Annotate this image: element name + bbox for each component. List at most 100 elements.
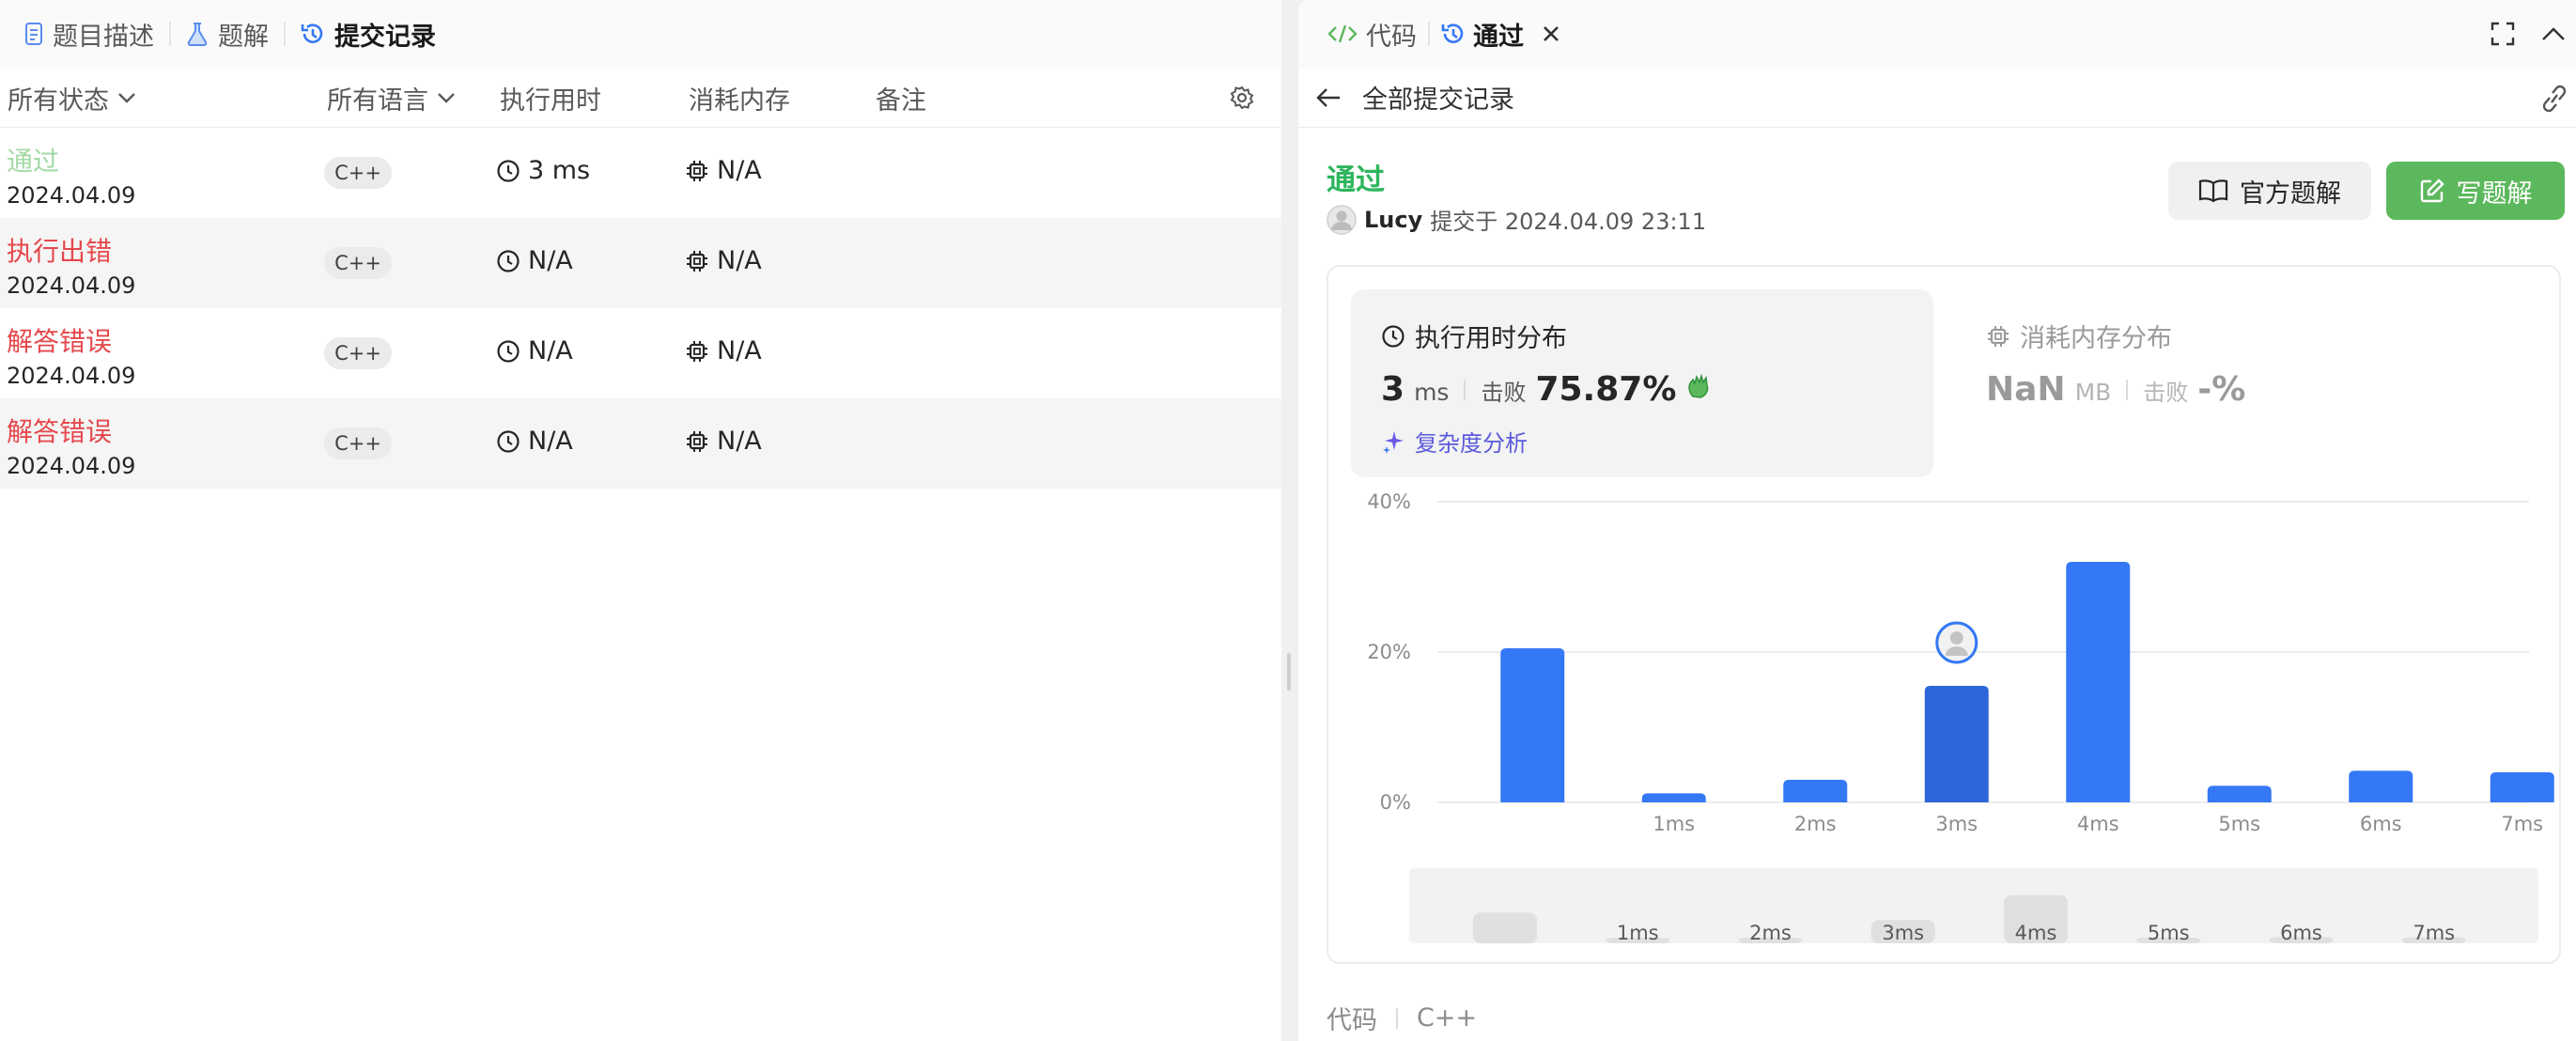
table-row[interactable]: 执行出错 2024.04.09 C++ N/A N/A: [0, 218, 1281, 308]
memory-value: N/A: [717, 336, 762, 365]
complexity-analysis-link[interactable]: 复杂度分析: [1381, 425, 1528, 458]
performance-card: 执行用时分布 3 ms 击败 75.87% 复杂度分析 消耗内存分布 NaN M…: [1327, 265, 2561, 964]
flask-icon: [187, 23, 208, 46]
chart-bar[interactable]: [2490, 772, 2554, 802]
submission-date: 2024.04.09: [7, 272, 136, 299]
link-icon[interactable]: [2538, 85, 2570, 113]
left-tabbar: 题目描述 题解 提交记录: [0, 0, 1281, 68]
pane-controls: [2490, 0, 2576, 68]
arrow-left-icon[interactable]: [1315, 86, 1342, 109]
submission-status[interactable]: 解答错误: [7, 321, 112, 359]
clock-icon: [497, 429, 520, 453]
tab-code[interactable]: 代码: [1315, 0, 1428, 68]
memory-value: N/A: [717, 246, 762, 275]
tab-result[interactable]: 通过: [1430, 0, 1573, 68]
tab-submissions-label: 提交记录: [334, 22, 436, 52]
tab-description-label: 题目描述: [53, 22, 154, 52]
runtime-header-label: 执行用时: [500, 85, 601, 116]
chart-bar[interactable]: [2349, 770, 2413, 802]
language-filter[interactable]: 所有语言: [327, 68, 457, 128]
runtime-distribution-chart[interactable]: 0% 20% 40% 1ms 2ms 3ms 4ms 5ms 6ms 7ms: [1328, 492, 2559, 859]
back-to-submissions[interactable]: 全部提交记录: [1298, 68, 2576, 128]
submission-detail-pane: 代码 通过 全部提交记录 通过 Lucy 提交于 2024.04.09 23:1…: [1298, 0, 2576, 1041]
memory-percentile: -%: [2197, 370, 2246, 409]
code-label: 代码: [1327, 1006, 1377, 1035]
back-label[interactable]: 全部提交记录: [1362, 79, 1514, 116]
memory-cell: N/A: [685, 427, 762, 456]
memory-column-header[interactable]: 消耗内存: [689, 68, 790, 128]
chart-bar[interactable]: [2066, 562, 2131, 802]
submission-info: Lucy 提交于 2024.04.09 23:11: [1327, 203, 1706, 236]
code-language: C++: [1417, 1003, 1478, 1033]
chart-bar[interactable]: [1783, 780, 1848, 802]
runtime-percentile: 75.87%: [1535, 370, 1677, 409]
gear-icon: [1230, 85, 1254, 110]
divider: [2126, 379, 2129, 400]
tab-result-label: 通过: [1473, 22, 1524, 52]
chart-bar[interactable]: [2207, 785, 2272, 802]
x-tick-label: 4ms: [2077, 813, 2119, 835]
write-solution-label: 写题解: [2456, 179, 2533, 209]
write-solution-button[interactable]: 写题解: [2386, 162, 2565, 220]
settings-button[interactable]: [1229, 68, 1255, 128]
tab-submissions[interactable]: 提交记录: [286, 0, 451, 68]
runtime-value: N/A: [528, 246, 573, 275]
official-solution-button[interactable]: 官方题解: [2168, 162, 2371, 220]
clock-icon: [497, 339, 520, 363]
maximize-icon[interactable]: [2490, 21, 2516, 47]
runtime-unit: ms: [1414, 379, 1450, 406]
user-name[interactable]: Lucy: [1364, 207, 1422, 233]
runtime-value: N/A: [528, 336, 573, 365]
chip-icon: [687, 430, 707, 452]
chevron-up-icon[interactable]: [2540, 25, 2567, 42]
runtime-cell: N/A: [496, 336, 573, 365]
avatar[interactable]: [1327, 204, 1357, 235]
memory-title-label: 消耗内存分布: [2020, 324, 2172, 353]
submission-status[interactable]: 通过: [7, 141, 59, 179]
table-row[interactable]: 通过 2024.04.09 C++ 3 ms N/A: [0, 128, 1281, 218]
submissions-header: 所有状态 所有语言 执行用时 消耗内存 备注: [0, 68, 1281, 128]
clock-icon: [1382, 324, 1404, 348]
tab-solutions[interactable]: 题解: [171, 0, 284, 68]
overview-tick-label: 4ms: [2015, 922, 2057, 943]
chart-bar[interactable]: [1500, 648, 1565, 802]
notes-column-header: 备注: [876, 68, 926, 128]
chip-icon: [687, 340, 707, 362]
submission-status[interactable]: 执行出错: [7, 231, 112, 269]
clock-icon: [497, 159, 520, 182]
memory-value: NaN: [1986, 370, 2066, 409]
clap-icon: [1688, 373, 1709, 398]
runtime-value: N/A: [528, 427, 573, 456]
submission-status[interactable]: 解答错误: [7, 412, 112, 449]
overview-tick-label: 1ms: [1617, 922, 1659, 943]
status-filter[interactable]: 所有状态: [8, 68, 137, 128]
edit-icon: [2420, 179, 2444, 203]
memory-value: N/A: [717, 427, 762, 456]
code-section-header: 代码 C++: [1327, 1000, 1477, 1036]
runtime-column-header[interactable]: 执行用时: [500, 68, 601, 128]
memory-stats: NaN MB 击败 -%: [1986, 370, 2245, 409]
runtime-distribution-tab[interactable]: 执行用时分布 3 ms 击败 75.87% 复杂度分析: [1351, 289, 1933, 477]
memory-header-label: 消耗内存: [689, 85, 790, 116]
memory-value: N/A: [717, 156, 762, 185]
pane-resize-handle[interactable]: [1287, 653, 1291, 691]
language-badge: C++: [324, 337, 392, 369]
close-icon[interactable]: [1541, 23, 1561, 44]
table-row[interactable]: 解答错误 2024.04.09 C++ N/A N/A: [0, 308, 1281, 398]
runtime-value: 3 ms: [528, 156, 591, 185]
memory-cell: N/A: [685, 246, 762, 275]
table-row[interactable]: 解答错误 2024.04.09 C++ N/A N/A: [0, 398, 1281, 489]
sparkle-icon: [1383, 430, 1404, 454]
runtime-title-label: 执行用时分布: [1415, 324, 1567, 353]
language-filter-label: 所有语言: [327, 85, 428, 116]
chart-bar[interactable]: [1641, 793, 1706, 802]
runtime-cell: 3 ms: [496, 156, 590, 185]
memory-distribution-tab[interactable]: 消耗内存分布: [1986, 318, 2172, 354]
chart-range-slider[interactable]: 1ms 2ms 3ms 4ms 5ms 6ms 7ms: [1409, 868, 2538, 944]
overview-tick-label: 6ms: [2280, 922, 2322, 943]
overview-bar: [1473, 912, 1537, 943]
code-icon: [1327, 24, 1358, 43]
complexity-analysis-label[interactable]: 复杂度分析: [1415, 425, 1528, 458]
tab-description[interactable]: 题目描述: [9, 0, 169, 68]
chart-bar[interactable]: [1924, 686, 1989, 802]
